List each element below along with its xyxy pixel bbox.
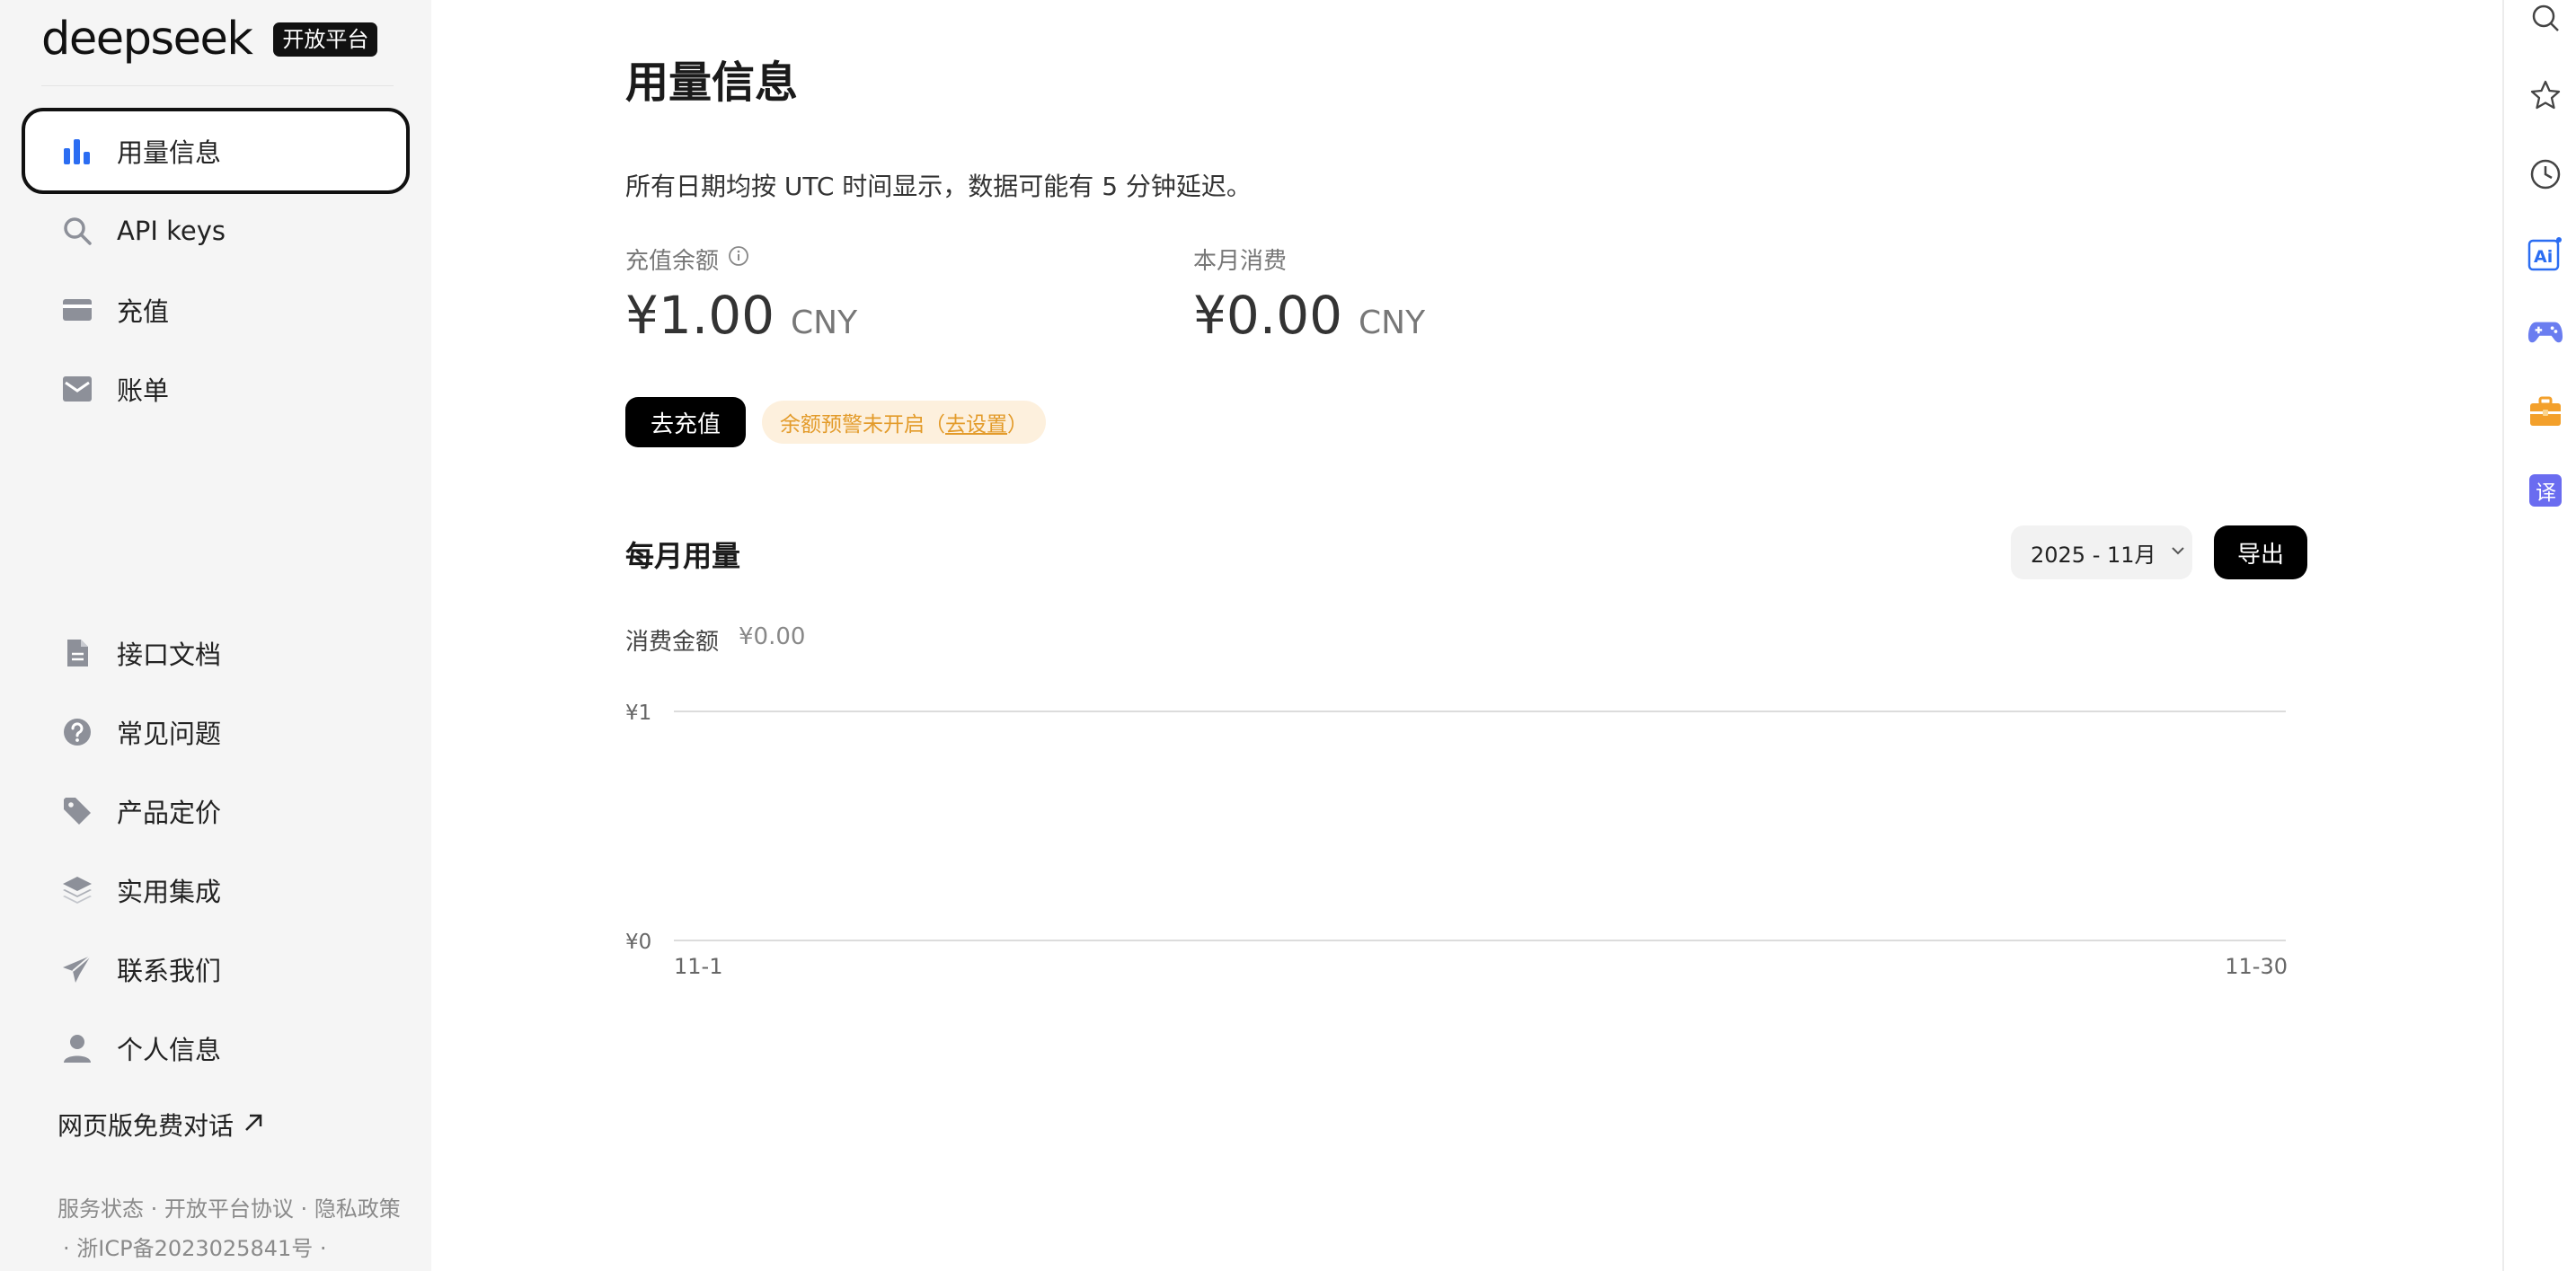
platform-badge: 开放平台 bbox=[273, 22, 378, 57]
service-status-link[interactable]: 服务状态 bbox=[58, 1196, 144, 1222]
tag-icon bbox=[61, 795, 93, 827]
month-select[interactable]: 2025 - 11月 bbox=[2011, 525, 2192, 579]
user-icon bbox=[61, 1032, 93, 1064]
topup-button[interactable]: 去充值 bbox=[625, 397, 747, 447]
privacy-policy-link[interactable]: 隐私政策 bbox=[314, 1196, 401, 1222]
footer-links: 服务状态 · 开放平台协议 · 隐私政策 bbox=[58, 1191, 401, 1222]
platform-agreement-link[interactable]: 开放平台协议 bbox=[164, 1196, 294, 1222]
main-content: 用量信息 所有日期均按 UTC 时间显示，数据可能有 5 分钟延迟。 充值余额 … bbox=[431, 0, 2502, 1271]
monthly-spend-amount: ¥0.00 bbox=[1193, 285, 1343, 346]
monthly-spend-currency: CNY bbox=[1359, 305, 1426, 341]
nav-label: 充值 bbox=[117, 296, 170, 327]
nav-label: 用量信息 bbox=[117, 137, 222, 168]
separator: · bbox=[150, 1196, 164, 1222]
balance-amount: ¥1.00 bbox=[625, 285, 775, 346]
search-icon[interactable] bbox=[2527, 0, 2563, 36]
logo-text: deepseek bbox=[41, 13, 253, 66]
document-icon bbox=[61, 637, 93, 669]
spend-label: 消费金额 bbox=[625, 629, 720, 656]
y-tick-label: ¥0 bbox=[625, 931, 651, 954]
spend-summary: 消费金额 ¥0.00 bbox=[625, 623, 805, 657]
ai-icon-text: Ai bbox=[2534, 247, 2553, 267]
monthly-spend-stat: 本月消费 ¥0.00 CNY bbox=[1193, 243, 1425, 346]
mail-icon bbox=[61, 373, 93, 405]
web-chat-label: 网页版免费对话 bbox=[58, 1111, 235, 1141]
export-button[interactable]: 导出 bbox=[2214, 525, 2307, 579]
external-link-icon bbox=[243, 1110, 264, 1140]
nav-item-faq[interactable]: 常见问题 bbox=[22, 689, 410, 775]
x-tick-label: 11-30 bbox=[2225, 954, 2288, 979]
x-tick-label: 11-1 bbox=[674, 954, 722, 979]
clock-icon[interactable] bbox=[2527, 156, 2563, 192]
balance-currency: CNY bbox=[791, 305, 858, 341]
nav-item-api-keys[interactable]: API keys bbox=[22, 188, 410, 274]
monthly-usage-title: 每月用量 bbox=[625, 539, 741, 573]
usage-chart: ¥1 ¥0 11-1 11-30 bbox=[625, 702, 2288, 979]
balance-alert-text: 余额预警未开启（ bbox=[780, 413, 945, 437]
nav-item-profile[interactable]: 个人信息 bbox=[22, 1005, 410, 1091]
nav-item-contact[interactable]: 联系我们 bbox=[22, 926, 410, 1012]
nav-item-usage[interactable]: 用量信息 bbox=[22, 108, 410, 194]
nav-label: 常见问题 bbox=[117, 719, 222, 749]
nav-label: 联系我们 bbox=[117, 956, 222, 986]
timezone-notice: 所有日期均按 UTC 时间显示，数据可能有 5 分钟延迟。 bbox=[625, 172, 1252, 201]
nav-label: 产品定价 bbox=[117, 798, 222, 828]
logo[interactable]: deepseek 开放平台 bbox=[41, 13, 378, 66]
nav-label: 账单 bbox=[117, 375, 170, 406]
divider bbox=[41, 85, 394, 86]
sidebar: deepseek 开放平台 用量信息 API keys 充值 账单 接口文档 常… bbox=[0, 0, 431, 1271]
web-chat-link[interactable]: 网页版免费对话 bbox=[58, 1107, 264, 1143]
info-icon[interactable] bbox=[728, 245, 749, 273]
monthly-spend-value: ¥0.00 CNY bbox=[1193, 285, 1425, 346]
send-icon bbox=[61, 953, 93, 985]
layers-icon bbox=[61, 874, 93, 906]
balance-stat: 充值余额 ¥1.00 CNY bbox=[625, 243, 857, 346]
nav-item-pricing[interactable]: 产品定价 bbox=[22, 768, 410, 854]
chevron-down-icon bbox=[2169, 540, 2187, 565]
translate-icon[interactable]: 译 bbox=[2527, 472, 2563, 508]
star-icon[interactable] bbox=[2527, 77, 2563, 113]
search-icon bbox=[61, 215, 93, 247]
page-title: 用量信息 bbox=[625, 57, 799, 108]
credit-card-icon bbox=[61, 294, 93, 326]
balance-label-row: 充值余额 bbox=[625, 243, 857, 276]
alert-settings-link[interactable]: 去设置 bbox=[945, 407, 1007, 437]
toolbox-icon[interactable] bbox=[2527, 393, 2563, 429]
bar-chart-icon bbox=[61, 135, 93, 167]
spend-value: ¥0.00 bbox=[739, 623, 806, 650]
nav-label: 个人信息 bbox=[117, 1035, 222, 1065]
nav-item-topup[interactable]: 充值 bbox=[22, 267, 410, 353]
balance-alert-tag: 余额预警未开启（ 去设置） bbox=[762, 401, 1046, 444]
balance-value: ¥1.00 CNY bbox=[625, 285, 857, 346]
help-icon bbox=[61, 716, 93, 748]
nav-item-docs[interactable]: 接口文档 bbox=[22, 610, 410, 696]
gamepad-icon[interactable] bbox=[2527, 314, 2563, 350]
nav-item-integrations[interactable]: 实用集成 bbox=[22, 847, 410, 933]
balance-label: 充值余额 bbox=[625, 248, 720, 275]
monthly-spend-label: 本月消费 bbox=[1193, 248, 1288, 275]
right-toolbar: Ai 译 bbox=[2502, 0, 2576, 1271]
ai-icon[interactable]: Ai bbox=[2527, 235, 2563, 271]
separator: · bbox=[300, 1196, 314, 1222]
icp-record[interactable]: · 浙ICP备2023025841号 · bbox=[63, 1231, 327, 1262]
translate-icon-text: 译 bbox=[2536, 481, 2556, 505]
nav-item-billing[interactable]: 账单 bbox=[22, 346, 410, 432]
nav-label: API keys bbox=[117, 216, 226, 246]
month-select-value: 2025 - 11月 bbox=[2031, 542, 2156, 568]
nav-label: 实用集成 bbox=[117, 877, 222, 907]
nav-label: 接口文档 bbox=[117, 640, 222, 670]
balance-alert-suffix: ） bbox=[1007, 413, 1028, 437]
y-tick-label: ¥1 bbox=[625, 702, 651, 725]
